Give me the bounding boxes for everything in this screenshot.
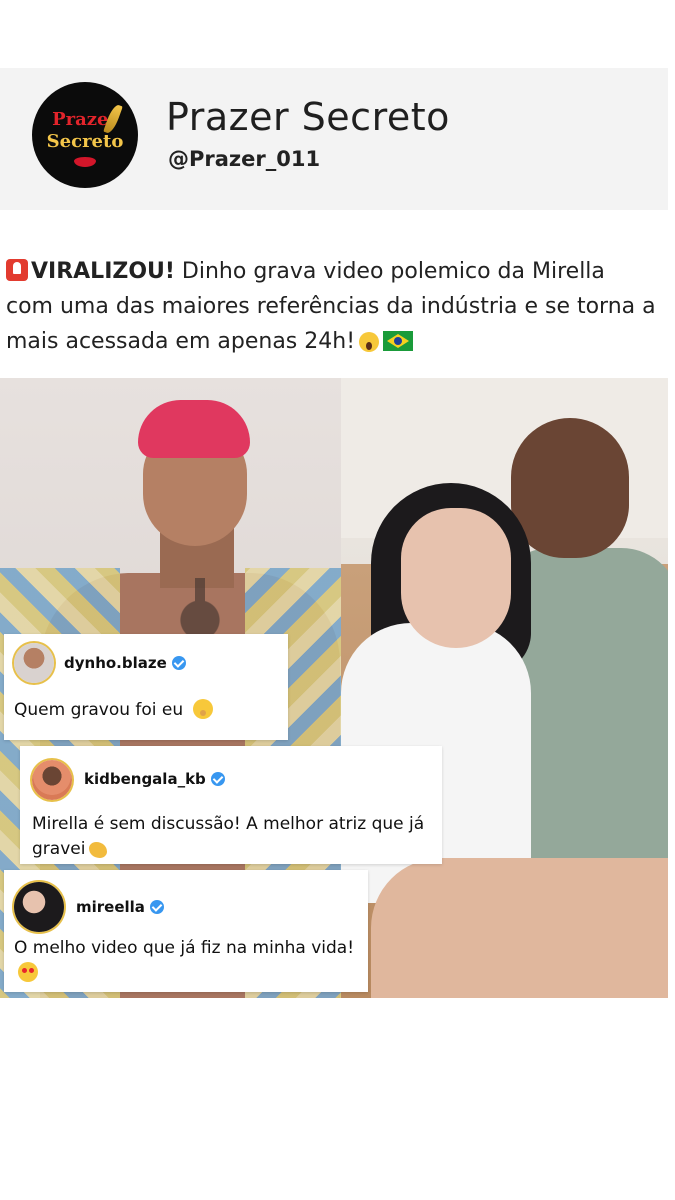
commenter-avatar[interactable] xyxy=(14,643,54,683)
commenter-avatar[interactable] xyxy=(32,760,72,800)
commenter-username[interactable]: kidbengala_kb xyxy=(84,770,225,788)
comment-text: Quem gravou foi eu xyxy=(14,698,213,723)
heart-eyes-emoji-icon xyxy=(18,962,38,982)
scream-emoji-icon xyxy=(359,332,380,352)
comment-card[interactable]: dynho.blaze Quem gravou foi eu xyxy=(4,634,288,740)
caption-highlight: VIRALIZOU! xyxy=(31,259,175,284)
profile-handle[interactable]: @Prazer_011 xyxy=(168,147,320,171)
comment-card[interactable]: kidbengala_kb Mirella é sem discussão! A… xyxy=(20,746,442,864)
commenter-username[interactable]: dynho.blaze xyxy=(64,654,186,672)
comment-card[interactable]: mireella O melho video que já fiz na min… xyxy=(4,870,368,992)
post-caption-box: VIRALIZOU! Dinho grava video polemico da… xyxy=(0,232,668,377)
photo-right-couple xyxy=(341,378,668,998)
siren-icon xyxy=(6,259,28,281)
shush-emoji-icon xyxy=(192,699,213,719)
verified-badge-icon xyxy=(210,772,225,786)
comment-text: Mirella é sem discussão! A melhor atriz … xyxy=(32,814,425,859)
clap-emoji-icon xyxy=(89,842,108,858)
logo-text-line2: Secreto xyxy=(46,131,124,152)
brazil-flag-icon xyxy=(383,331,414,351)
comment-text: O melho video que já fiz na minha vida! xyxy=(14,936,354,986)
verified-badge-icon xyxy=(171,656,186,670)
profile-avatar-logo[interactable]: Prazer Secreto xyxy=(32,82,138,188)
commenter-avatar[interactable] xyxy=(14,882,64,932)
verified-badge-icon xyxy=(149,900,164,914)
post-caption: VIRALIZOU! Dinho grava video polemico da… xyxy=(6,254,656,359)
commenter-username[interactable]: mireella xyxy=(76,898,164,916)
profile-header: Prazer Secreto Prazer Secreto @Prazer_01… xyxy=(0,68,668,210)
profile-name[interactable]: Prazer Secreto xyxy=(166,95,450,139)
lips-icon xyxy=(74,157,96,167)
